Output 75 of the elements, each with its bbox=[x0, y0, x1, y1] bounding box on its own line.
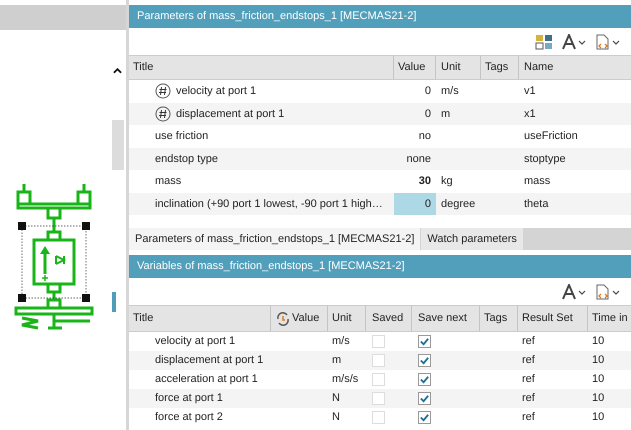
column-header[interactable]: Value bbox=[394, 56, 436, 79]
code-file-icon[interactable] bbox=[595, 34, 621, 50]
table-cell-text: acceleration at port 1 bbox=[155, 372, 258, 387]
table-cell-text: none bbox=[406, 152, 431, 166]
table-cell-text: 10 bbox=[592, 353, 604, 368]
table-cell-text: 10 bbox=[592, 372, 604, 387]
tab[interactable]: Watch parameters bbox=[421, 228, 523, 250]
checkbox[interactable] bbox=[418, 354, 431, 367]
table-cell-text: 0 bbox=[424, 106, 431, 122]
panel-title: Variables of mass_friction_endstops_1 [MECMAS21-2] bbox=[129, 255, 631, 278]
column-header[interactable]: Time in bbox=[588, 306, 631, 331]
column-header[interactable]: Title bbox=[129, 56, 394, 79]
table-cell-text: ref bbox=[522, 372, 535, 387]
table-cell-text: m bbox=[332, 353, 342, 368]
table-cell-text: v1 bbox=[524, 84, 536, 99]
table-cell-text: x1 bbox=[524, 106, 536, 122]
table-cell-text: force at port 2 bbox=[155, 410, 223, 425]
table-cell-text: velocity at port 1 bbox=[176, 84, 256, 99]
table-cell-text: 0 bbox=[424, 196, 431, 212]
column-header[interactable]: Unit bbox=[328, 306, 366, 331]
table-cell-text: use friction bbox=[155, 129, 208, 144]
column-header[interactable]: Value bbox=[292, 306, 320, 331]
scroll-up-icon[interactable] bbox=[113, 68, 122, 74]
table-cell-text: N bbox=[332, 391, 340, 406]
refresh-icon[interactable] bbox=[275, 310, 291, 326]
hash-icon bbox=[155, 83, 171, 100]
table-cell-text: m/s bbox=[441, 84, 459, 99]
column-header[interactable]: Title bbox=[129, 306, 271, 331]
panel-title: Parameters of mass_friction_endstops_1 [MECMAS21-2] bbox=[129, 5, 631, 28]
table-cell-text: mass bbox=[155, 174, 182, 189]
table-cell-text: 10 bbox=[592, 334, 604, 349]
column-header[interactable]: Unit bbox=[436, 56, 481, 79]
table-cell-text: kg bbox=[441, 174, 453, 189]
table-cell-text: mass bbox=[524, 174, 550, 189]
table-cell-text: ref bbox=[522, 353, 535, 368]
checkbox[interactable] bbox=[418, 335, 431, 348]
table-cell-text: 0 bbox=[424, 84, 431, 99]
table-cell-text: displacement at port 1 bbox=[176, 106, 284, 122]
table-cell-text: ref bbox=[522, 334, 535, 349]
table-cell-text: 30 bbox=[418, 174, 431, 189]
column-header[interactable]: Tags bbox=[481, 56, 519, 79]
table-cell-text: degree bbox=[441, 196, 476, 212]
font-dropdown-icon[interactable] bbox=[561, 284, 587, 300]
checkbox[interactable] bbox=[418, 392, 431, 405]
table-cell-text: force at port 1 bbox=[155, 391, 223, 406]
scrollbar-thumb[interactable] bbox=[112, 292, 116, 312]
table-cell-text: no bbox=[418, 129, 431, 144]
font-dropdown-icon[interactable] bbox=[561, 34, 587, 50]
column-header[interactable]: Result Set bbox=[518, 306, 588, 331]
column-header[interactable]: Tags bbox=[480, 306, 518, 331]
table-cell-text: 10 bbox=[592, 391, 604, 406]
table-cell-text: m/s bbox=[332, 334, 350, 349]
table-cell-text: displacement at port 1 bbox=[155, 353, 264, 368]
table-cell-text: N bbox=[332, 410, 340, 425]
layout-icon[interactable] bbox=[535, 34, 553, 50]
table-cell-text: ref bbox=[522, 391, 535, 406]
table-cell-text: m/s/s bbox=[332, 372, 358, 387]
code-file-icon[interactable] bbox=[595, 284, 621, 300]
tab[interactable]: Parameters of mass_friction_endstops_1 [MECMAS21-2] bbox=[129, 228, 420, 250]
table-cell-text: 10 bbox=[592, 410, 604, 425]
table-cell-text: velocity at port 1 bbox=[155, 334, 236, 349]
checkbox[interactable] bbox=[418, 373, 431, 386]
table-cell-text: m bbox=[441, 106, 450, 122]
column-header[interactable]: Name bbox=[519, 56, 631, 79]
table-cell-text: useFriction bbox=[524, 129, 578, 144]
scrollbar-thumb[interactable] bbox=[112, 120, 124, 170]
table-cell-text: endstop type bbox=[155, 152, 218, 166]
table-cell-text: ref bbox=[522, 410, 535, 425]
column-header[interactable]: Saved bbox=[366, 306, 412, 331]
table-cell-text: stoptype bbox=[524, 152, 566, 166]
hash-icon bbox=[155, 106, 171, 122]
table-cell-text: theta bbox=[524, 196, 548, 212]
table-cell-text: inclination (+90 port 1 lowest, -90 port 1 high… bbox=[155, 196, 383, 212]
column-header[interactable]: Save next bbox=[412, 306, 480, 331]
checkbox[interactable] bbox=[418, 411, 431, 424]
